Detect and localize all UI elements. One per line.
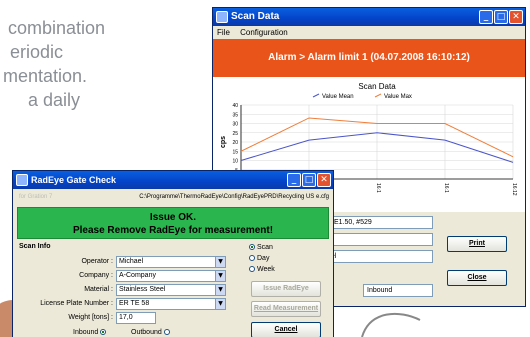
day-radio[interactable]: Day bbox=[249, 254, 269, 264]
operator-select[interactable]: Michael ▼ bbox=[116, 256, 226, 268]
maximize-icon[interactable]: □ bbox=[302, 173, 316, 187]
status-line-2: Please Remove RadEye for measurement! bbox=[72, 225, 274, 236]
background-text-line: mentation. bbox=[3, 66, 88, 86]
print-button[interactable]: Print bbox=[447, 236, 507, 252]
x-tick-label: 16:1 bbox=[443, 183, 449, 193]
read-measurement-button[interactable]: Read Measurement bbox=[251, 301, 321, 317]
cancel-label: Cancel bbox=[274, 326, 298, 333]
y-tick-label: 15 bbox=[232, 149, 238, 155]
y-tick-label: 10 bbox=[232, 159, 238, 165]
company-value: A-Company bbox=[119, 272, 156, 279]
week-option-label: Week bbox=[257, 266, 275, 273]
window-title: RadEye Gate Check bbox=[31, 175, 117, 185]
menu-bar: File Configuration bbox=[213, 26, 525, 39]
company-select[interactable]: A-Company ▼ bbox=[116, 270, 226, 282]
close-label: Close bbox=[467, 274, 487, 281]
background-text: combination eriodic mentation. a daily bbox=[0, 16, 105, 112]
direction-field: Inbound bbox=[363, 284, 433, 297]
chevron-down-icon[interactable]: ▼ bbox=[215, 257, 225, 267]
chart-title: Scan Data bbox=[358, 82, 396, 91]
y-tick-label: 20 bbox=[232, 140, 238, 146]
week-radio[interactable]: Week bbox=[249, 265, 275, 275]
maximize-icon[interactable]: □ bbox=[494, 10, 508, 24]
inbound-radio[interactable]: Inbound bbox=[73, 328, 108, 337]
weight-label: Weight [tons] : bbox=[68, 314, 113, 321]
day-option-label: Day bbox=[257, 255, 270, 262]
empty-field bbox=[323, 233, 433, 246]
radeye-titlebar[interactable]: RadEye Gate Check _ □ ✕ bbox=[13, 171, 333, 189]
chevron-down-icon[interactable]: ▼ bbox=[215, 299, 225, 309]
background-text-line: a daily bbox=[28, 90, 81, 110]
y-tick-label: 30 bbox=[232, 122, 238, 128]
menu-configuration[interactable]: Configuration bbox=[240, 28, 288, 37]
legend-swatch bbox=[374, 93, 382, 98]
config-path-text: C:\Programme\ThermoRadEye\Config\RadEyeP… bbox=[139, 194, 329, 200]
x-tick-label: 16:1 bbox=[375, 183, 381, 193]
legend-label: Value Max bbox=[384, 94, 412, 100]
app-icon bbox=[216, 11, 228, 23]
operator-value: Michael bbox=[119, 258, 144, 265]
license-plate-label: License Plate Number : bbox=[40, 300, 113, 307]
scan-info-heading: Scan Info bbox=[19, 243, 51, 250]
material-label: Material : bbox=[84, 286, 113, 293]
operator-label: Operator : bbox=[81, 258, 113, 265]
outbound-radio[interactable]: Outbound bbox=[131, 328, 172, 337]
chevron-down-icon[interactable]: ▼ bbox=[215, 285, 225, 295]
close-button[interactable]: Close bbox=[447, 270, 507, 286]
window-title: Scan Data bbox=[231, 11, 280, 22]
app-icon bbox=[16, 174, 28, 186]
x-tick-label: 16:12 bbox=[511, 183, 517, 196]
read-measurement-label: Read Measurement bbox=[253, 305, 319, 312]
outbound-label: Outbound bbox=[131, 329, 162, 336]
scan-option-label: Scan bbox=[257, 244, 273, 251]
background-text-line: combination bbox=[8, 18, 106, 38]
issue-radeye-button[interactable]: Issue RadEye bbox=[251, 281, 321, 297]
y-tick-label: 25 bbox=[232, 131, 238, 137]
alarm-banner: Alarm > Alarm limit 1 (04.07.2008 16:10:… bbox=[213, 39, 525, 77]
inbound-label: Inbound bbox=[73, 329, 99, 336]
issue-radeye-label: Issue RadEye bbox=[263, 285, 309, 292]
material-select[interactable]: Stainless Steel ▼ bbox=[116, 284, 226, 296]
license-plate-value: ER TE 58 bbox=[119, 300, 150, 307]
config-path: for Gration 7 C:\Programme\ThermoRadEye\… bbox=[13, 189, 333, 205]
minimize-icon[interactable]: _ bbox=[479, 10, 493, 24]
material-value: Stainless Steel bbox=[119, 286, 166, 293]
legend-swatch bbox=[312, 93, 320, 98]
print-label: Print bbox=[469, 240, 485, 247]
status-line-1: Issue OK. bbox=[149, 212, 197, 223]
chevron-down-icon[interactable]: ▼ bbox=[215, 271, 225, 281]
y-tick-label: 35 bbox=[232, 112, 238, 118]
close-icon[interactable]: ✕ bbox=[317, 173, 331, 187]
status-banner: Issue OK. Please Remove RadEye for measu… bbox=[17, 207, 329, 239]
company-label: Company : bbox=[79, 272, 113, 279]
menu-file[interactable]: File bbox=[217, 28, 230, 37]
y-tick-label: 40 bbox=[232, 103, 238, 109]
license-plate-select[interactable]: ER TE 58 ▼ bbox=[116, 298, 226, 310]
scan-data-titlebar[interactable]: Scan Data _ □ ✕ bbox=[213, 8, 525, 26]
cancel-button[interactable]: Cancel bbox=[251, 322, 321, 337]
radeye-window: RadEye Gate Check _ □ ✕ for Gration 7 C:… bbox=[12, 170, 334, 337]
close-icon[interactable]: ✕ bbox=[509, 10, 523, 24]
id-field: D E1.50, #529 bbox=[323, 216, 433, 229]
minimize-icon[interactable]: _ bbox=[287, 173, 301, 187]
faded-label: for Gration 7 bbox=[19, 194, 53, 200]
legend-label: Value Mean bbox=[322, 94, 354, 100]
scan-radio[interactable]: Scan bbox=[249, 243, 273, 253]
background-text-line: eriodic bbox=[10, 42, 64, 62]
side-field: eel bbox=[323, 250, 433, 263]
weight-input[interactable]: 17,0 bbox=[116, 312, 156, 324]
y-axis-label: cps bbox=[220, 136, 227, 148]
